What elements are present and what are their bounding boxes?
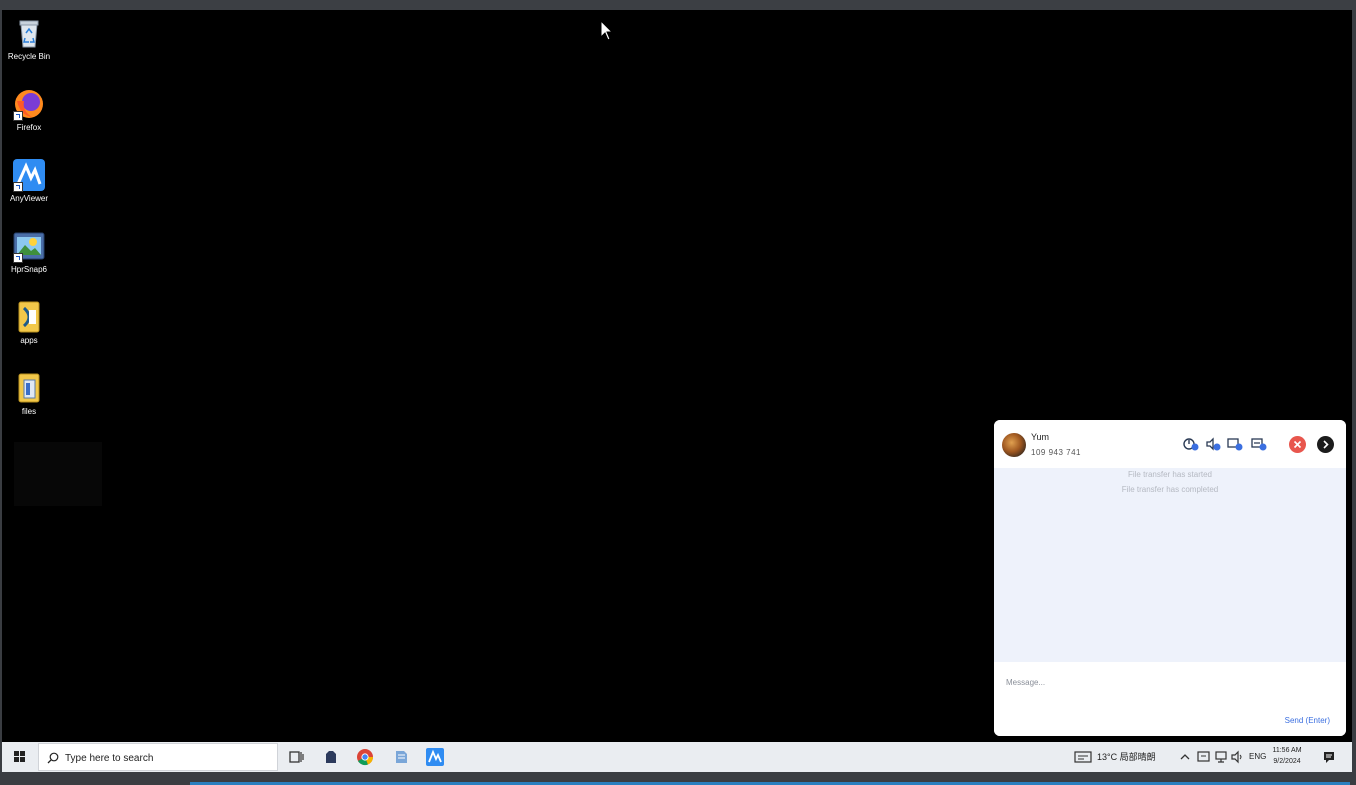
taskbar-search[interactable] xyxy=(38,743,278,771)
shortcut-arrow-icon xyxy=(13,111,23,121)
screen-monitor-icon[interactable] xyxy=(1227,437,1243,451)
shortcut-arrow-icon xyxy=(13,253,23,263)
files-folder-icon xyxy=(12,371,46,405)
desktop-icon-firefox[interactable]: Firefox xyxy=(2,87,56,133)
desktop-icon-recycle-bin[interactable]: Recycle Bin xyxy=(2,16,56,62)
chevron-up-icon[interactable] xyxy=(1179,752,1191,762)
chat-header: Yum 109 943 741 xyxy=(994,420,1346,468)
chat-messages: File transfer has started File transfer … xyxy=(994,468,1346,662)
desktop-icon-label: apps xyxy=(20,336,38,345)
desktop-icon-apps[interactable]: apps xyxy=(2,300,56,346)
language-indicator[interactable]: ENG xyxy=(1249,742,1266,772)
windows-logo-icon xyxy=(14,751,25,762)
desktop-selection-ghost xyxy=(14,442,102,506)
task-view-icon[interactable] xyxy=(285,746,307,768)
network-icon[interactable] xyxy=(1214,750,1228,764)
message-composer: Send (Enter) xyxy=(994,662,1346,736)
firefox-icon xyxy=(12,87,46,121)
notification-icon[interactable] xyxy=(1322,750,1336,764)
anyviewer-icon[interactable] xyxy=(424,746,446,768)
system-message: File transfer has completed xyxy=(1121,485,1219,494)
apps-folder-icon xyxy=(12,300,46,334)
search-icon xyxy=(47,752,59,764)
anyviewer-icon xyxy=(12,158,46,192)
desktop-icon-label: files xyxy=(21,407,37,416)
desktop-icon-label: HprSnap6 xyxy=(10,265,48,274)
chrome-icon[interactable] xyxy=(354,746,376,768)
send-button[interactable]: Send (Enter) xyxy=(1285,716,1330,725)
tray-app-icon[interactable] xyxy=(1197,750,1211,764)
app-icon[interactable] xyxy=(320,746,342,768)
peer-id: 109 943 741 xyxy=(1031,448,1081,457)
window-top-bar xyxy=(0,0,1356,10)
desktop-icon-hprsnap6[interactable]: HprSnap6 xyxy=(2,229,56,275)
weather-icon[interactable] xyxy=(1074,751,1092,763)
close-session-button[interactable] xyxy=(1289,436,1306,453)
recycle-bin-icon xyxy=(12,16,46,50)
file-transfer-icon[interactable] xyxy=(1251,437,1267,451)
mouse-cursor-icon xyxy=(600,20,614,41)
desktop-icon-label: Firefox xyxy=(16,123,42,132)
chat-panel: Yum 109 943 741 File transfer has starte… xyxy=(994,420,1346,736)
weather-text[interactable]: 13°C 局部晴朗 xyxy=(1097,742,1156,772)
peer-name: Yum xyxy=(1031,432,1050,442)
remote-control-icon[interactable] xyxy=(1183,437,1199,451)
message-input[interactable] xyxy=(1006,674,1326,690)
desktop-icon-label: AnyViewer xyxy=(9,194,49,203)
clock-date: 9/2/2024 xyxy=(1273,758,1301,765)
shortcut-arrow-icon xyxy=(13,182,23,192)
hypersnap-icon xyxy=(12,229,46,263)
desktop-icon-files[interactable]: files xyxy=(2,371,56,417)
system-message: File transfer has started xyxy=(1127,470,1213,479)
clock[interactable]: 11:56 AM 9/2/2024 xyxy=(1267,745,1307,767)
collapse-panel-button[interactable] xyxy=(1317,436,1334,453)
chevron-right-icon xyxy=(1323,440,1329,449)
close-icon xyxy=(1293,440,1302,449)
file-icon[interactable] xyxy=(390,746,412,768)
volume-icon[interactable] xyxy=(1230,750,1244,764)
clock-time: 11:56 AM xyxy=(1272,747,1302,754)
start-button[interactable] xyxy=(2,742,38,772)
avatar xyxy=(1002,433,1026,457)
search-input[interactable] xyxy=(65,750,265,766)
desktop-icon-label: Recycle Bin xyxy=(7,52,51,61)
taskbar: 13°C 局部晴朗 ENG 11:56 AM 9/2/2024 xyxy=(2,742,1352,772)
bottom-frame xyxy=(0,772,1356,785)
sound-icon[interactable] xyxy=(1205,437,1221,451)
desktop-icon-anyviewer[interactable]: AnyViewer xyxy=(2,158,56,204)
